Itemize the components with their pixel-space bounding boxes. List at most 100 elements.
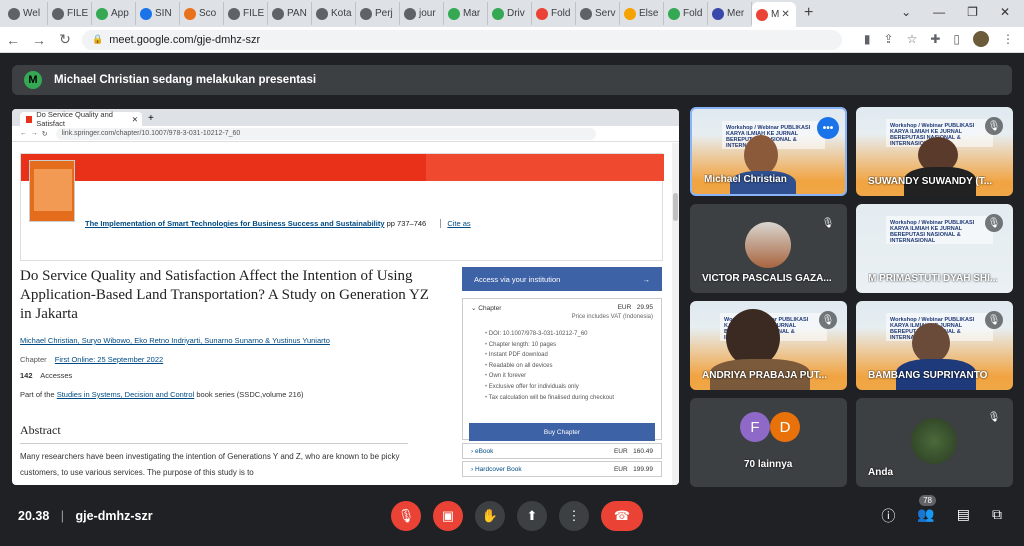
tile-michael[interactable]: Workshop / Webinar PUBLIKASI KARYA ILMIA…: [690, 107, 847, 196]
browser-tab[interactable]: Serv: [576, 2, 620, 25]
participant-name: Anda: [868, 467, 893, 478]
participant-name: BAMBANG SUPRIYANTO: [868, 370, 988, 381]
forward-icon[interactable]: →: [26, 32, 52, 48]
extensions-icon[interactable]: ✚: [930, 32, 940, 46]
browser-tab-label: Wel: [23, 8, 41, 19]
camera-icon[interactable]: ▮: [864, 32, 871, 46]
globe-icon: [316, 7, 328, 20]
chat-icon[interactable]: ▤: [957, 506, 970, 526]
browser-tab-label: Mar: [463, 8, 481, 19]
authors: Michael Christian, Suryo Wibowo, Eko Ret…: [20, 336, 330, 345]
participant-initial: D: [770, 412, 800, 442]
mic-off-icon: 🎙: [985, 408, 1003, 426]
globe-icon: [52, 7, 64, 20]
browser-tab[interactable]: FILE: [224, 2, 268, 25]
activities-icon[interactable]: ⧉: [992, 506, 1002, 526]
book-pages: pp 737–746: [386, 219, 427, 228]
feature-item: Tax calculation will be finalised during…: [485, 393, 661, 404]
feature-item: Own it forever: [485, 371, 661, 382]
globe-icon: [580, 7, 592, 20]
tab-search-icon[interactable]: ⌄: [901, 5, 911, 19]
browser-tab[interactable]: SIN: [136, 2, 180, 25]
tile-primastuti[interactable]: Workshop / Webinar PUBLIKASI KARYA ILMIA…: [856, 204, 1013, 293]
meet-control-bar: 20.38 | gje-dmhz-szr 🎙 ▣ ✋ ⬆ ⋮ ☎ 78 ⓘ 👥 …: [0, 493, 1024, 546]
browser-tab[interactable]: Perj: [356, 2, 400, 25]
feature-item: Exclusive offer for individuals only: [485, 382, 661, 393]
globe-icon: [272, 7, 284, 20]
shared-scrollbar: [672, 143, 679, 485]
sidepanel-icon[interactable]: ▯: [953, 32, 960, 46]
tile-suwandy[interactable]: Workshop / Webinar PUBLIKASI KARYA ILMIA…: [856, 107, 1013, 196]
browser-tab[interactable]: App: [92, 2, 136, 25]
people-icon[interactable]: 👥: [917, 506, 934, 526]
participant-name: M PRIMASTUTI DYAH SHI...: [868, 273, 998, 284]
buy-chapter-button: Buy Chapter: [469, 423, 655, 441]
drive-icon: [448, 7, 460, 20]
plus-icon: +: [148, 113, 154, 124]
browser-tab-label: Else: [639, 8, 659, 19]
leave-call-button[interactable]: ☎: [601, 501, 643, 531]
tile-bambang[interactable]: Workshop / Webinar PUBLIKASI KARYA ILMIA…: [856, 301, 1013, 390]
browser-tab[interactable]: Fold: [532, 2, 576, 25]
browser-tab-label: Mer: [727, 8, 745, 19]
tile-others[interactable]: F D 70 lainnya: [690, 398, 847, 487]
participant-face: [912, 323, 950, 363]
profile-avatar[interactable]: [973, 31, 989, 47]
first-online: First Online: 25 September 2022: [54, 355, 164, 364]
shared-tab-bar: Do Service Quality and Satisfact ✕ +: [12, 109, 679, 128]
browser-tab[interactable]: Fold: [664, 2, 708, 25]
raise-hand-button[interactable]: ✋: [475, 501, 505, 531]
participant-name: VICTOR PASCALIS GAZA...: [702, 273, 832, 284]
more-options-button[interactable]: ⋮: [559, 501, 589, 531]
chapter-price: EUR 29.95: [617, 304, 653, 311]
browser-tab[interactable]: Else: [620, 2, 664, 25]
browser-tab[interactable]: FILE: [48, 2, 92, 25]
new-tab-button[interactable]: +: [804, 4, 813, 22]
shared-screen: Do Service Quality and Satisfact ✕ + ← →…: [12, 109, 679, 485]
back-icon[interactable]: ←: [0, 32, 26, 48]
participant-count-badge: 78: [919, 495, 936, 506]
series-suffix: book series (SSDC,volume 216): [196, 390, 304, 399]
close-window-icon[interactable]: ✕: [1000, 5, 1010, 19]
browser-nav-bar: ← → ↻ 🔒 meet.google.com/gje-dmhz-szr ▮ ⇪…: [0, 27, 1024, 53]
browser-tab[interactable]: Wel: [4, 2, 48, 25]
api-icon: [624, 7, 636, 20]
browser-tab[interactable]: Sco: [180, 2, 224, 25]
minimize-icon[interactable]: —: [933, 5, 945, 19]
reload-icon: ↻: [41, 130, 48, 138]
restore-icon[interactable]: ❐: [967, 5, 978, 19]
camera-toggle-button[interactable]: ▣: [433, 501, 463, 531]
presenting-banner: M Michael Christian sedang melakukan pre…: [12, 65, 1012, 95]
series-line: Part of the Studies in Systems, Decision…: [20, 390, 304, 399]
tile-self[interactable]: 🎙 Anda: [856, 398, 1013, 487]
browser-tab[interactable]: jour: [400, 2, 444, 25]
present-button[interactable]: ⬆: [517, 501, 547, 531]
present-icon: ⬆: [526, 508, 538, 523]
tile-andriya[interactable]: Workshop / Webinar PUBLIKASI KARYA ILMIA…: [690, 301, 847, 390]
browser-tab[interactable]: Mer: [708, 2, 752, 25]
browser-tab[interactable]: Driv: [488, 2, 532, 25]
browser-tab[interactable]: M ✕: [752, 2, 796, 27]
browser-tab[interactable]: Mar: [444, 2, 488, 25]
browser-tab[interactable]: PAN: [268, 2, 312, 25]
springer-page: The Implementation of Smart Technologies…: [12, 143, 679, 485]
share-icon[interactable]: ⇪: [884, 32, 894, 46]
menu-icon[interactable]: ⋮: [1002, 32, 1014, 46]
mic-toggle-button[interactable]: 🎙: [391, 501, 421, 531]
reload-icon[interactable]: ↻: [52, 31, 78, 48]
info-icon[interactable]: ⓘ: [881, 506, 895, 526]
bookmark-star-icon[interactable]: ☆: [907, 32, 918, 46]
camera-off-icon: ▣: [441, 508, 455, 523]
browser-tab-label: SIN: [155, 8, 172, 19]
abstract-text: Many researchers have been investigating…: [20, 452, 400, 477]
address-url: meet.google.com/gje-dmhz-szr: [109, 33, 261, 46]
tile-victor[interactable]: 🎙 VICTOR PASCALIS GAZA...: [690, 204, 847, 293]
browser-tab[interactable]: Kota: [312, 2, 356, 25]
chapter-box-title: ⌄ Chapter: [471, 305, 502, 312]
drive-icon: [492, 7, 504, 20]
meeting-info: 20.38 | gje-dmhz-szr: [18, 509, 153, 523]
close-tab-icon[interactable]: ✕: [781, 9, 789, 20]
address-bar[interactable]: 🔒 meet.google.com/gje-dmhz-szr: [82, 29, 842, 50]
speaking-indicator-icon: •••: [817, 117, 839, 139]
chapter-purchase-box: ⌄ Chapter EUR 29.95 Price includes VAT (…: [462, 298, 662, 441]
